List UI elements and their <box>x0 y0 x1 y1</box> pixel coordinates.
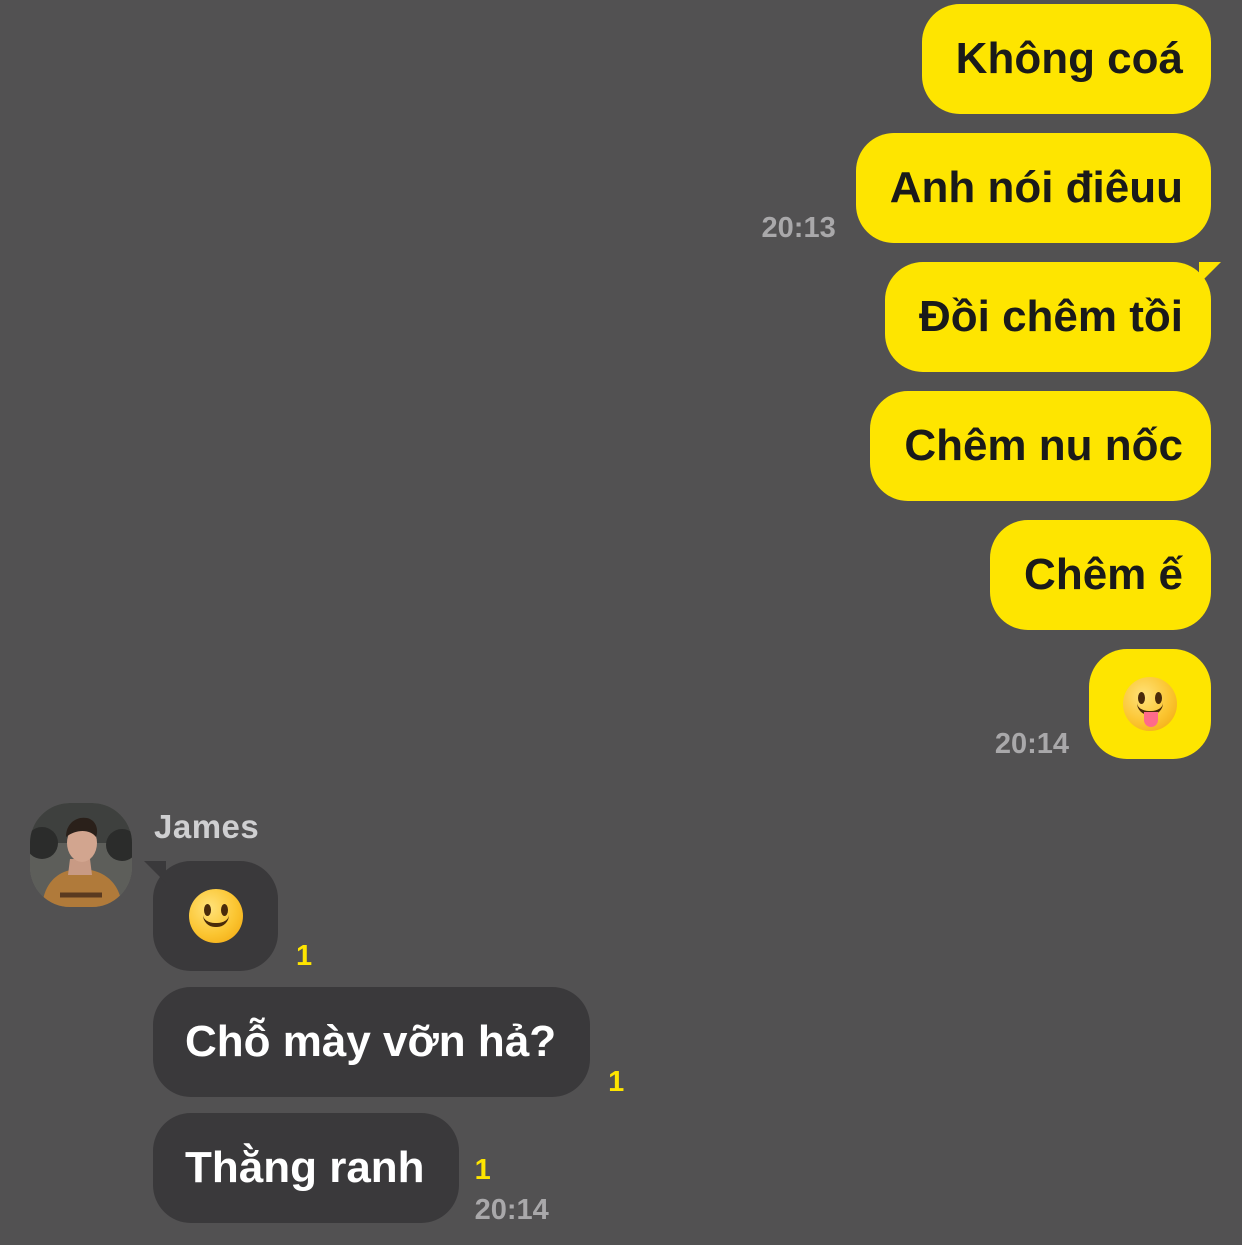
bubble-tail-icon <box>1199 262 1221 284</box>
outgoing-message-bubble[interactable]: Chêm nu nốc <box>870 391 1211 501</box>
message-timestamp: 20:14 <box>994 728 1069 760</box>
outgoing-message-bubble[interactable]: Anh nói điêuu <box>855 133 1211 243</box>
outgoing-message-bubble[interactable]: Đồi chêm tồi <box>884 262 1221 372</box>
message-meta: 20:13 <box>761 211 836 244</box>
unread-count: 1 <box>296 940 313 972</box>
incoming-message-bubble[interactable]: Chỗ mày vỡn hả? <box>153 987 591 1097</box>
outgoing-emoji-bubble[interactable] <box>1089 649 1211 759</box>
sender-name: James <box>154 808 260 845</box>
incoming-emoji-bubble[interactable] <box>144 861 278 971</box>
message-meta: 20:14 <box>994 727 1069 760</box>
slightly-smiling-face-icon <box>188 889 243 943</box>
message-meta: 1 <box>608 1065 625 1098</box>
message-meta: 1 20:14 <box>474 1153 549 1226</box>
face-with-tongue-icon <box>1123 677 1177 731</box>
incoming-message-row: Chỗ mày vỡn hả? 1 <box>153 987 625 1098</box>
bubble-tail-icon <box>144 861 166 883</box>
unread-count: 1 <box>474 1154 491 1186</box>
message-timestamp: 20:13 <box>761 212 836 244</box>
avatar-photo-icon <box>30 803 132 907</box>
message-text: Đồi chêm tồi <box>918 292 1183 341</box>
message-text: Chêm ế <box>1024 550 1183 599</box>
message-text: Anh nói điêuu <box>889 163 1183 212</box>
avatar[interactable] <box>30 803 132 907</box>
incoming-message-row: 1 <box>144 861 313 972</box>
outgoing-message-bubble[interactable]: Chêm ế <box>990 520 1211 630</box>
incoming-message-bubble[interactable]: Thằng ranh <box>153 1113 459 1223</box>
unread-count: 1 <box>608 1066 625 1098</box>
outgoing-message-row: 20:13 Anh nói điêuu <box>761 133 1211 244</box>
message-text: Chêm nu nốc <box>904 421 1183 470</box>
message-timestamp: 20:14 <box>474 1194 549 1226</box>
outgoing-message-row: Chêm ế <box>990 520 1211 630</box>
message-text: Không coá <box>955 34 1183 83</box>
outgoing-message-bubble[interactable]: Không coá <box>921 4 1211 114</box>
message-text: Thằng ranh <box>185 1143 425 1192</box>
outgoing-message-row: Không coá <box>921 4 1211 114</box>
message-text: Chỗ mày vỡn hả? <box>185 1017 557 1066</box>
outgoing-message-row: Chêm nu nốc <box>870 391 1211 501</box>
incoming-message-row: Thằng ranh 1 20:14 <box>153 1113 549 1226</box>
outgoing-message-row: Đồi chêm tồi <box>884 262 1221 372</box>
outgoing-message-row: 20:14 <box>994 649 1211 760</box>
message-meta: 1 <box>296 939 313 972</box>
